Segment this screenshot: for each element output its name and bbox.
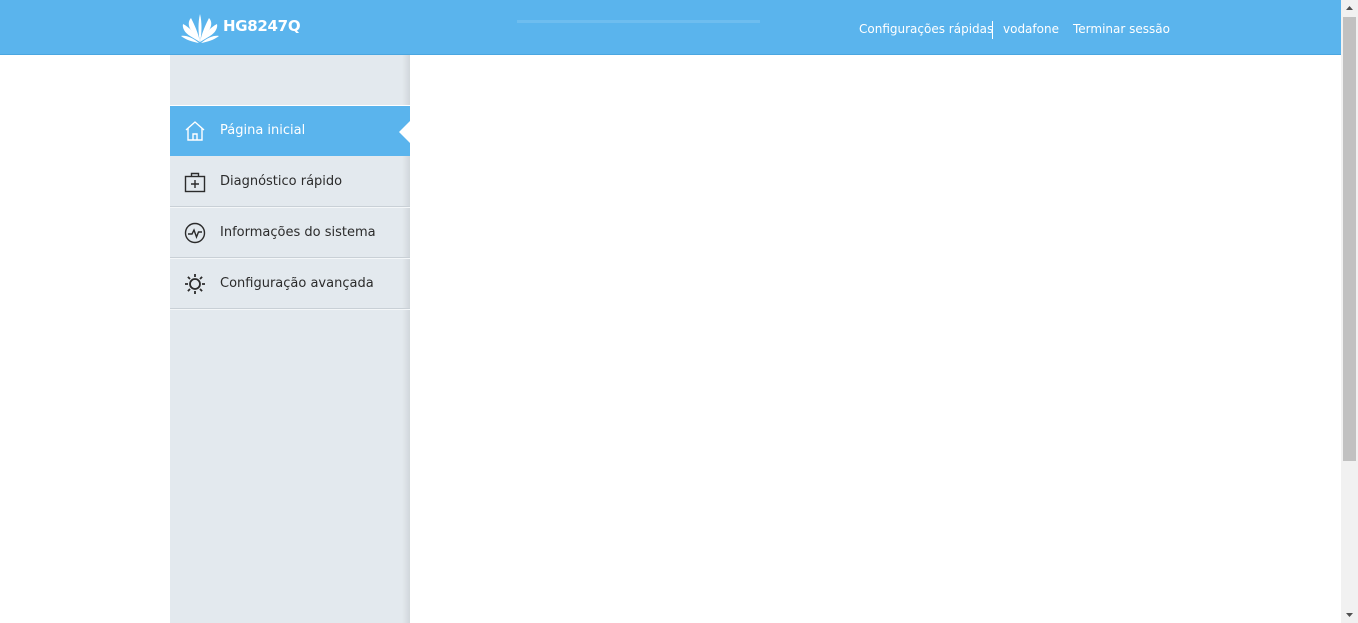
sidebar-item-system-info[interactable]: Informações do sistema	[170, 208, 410, 259]
main-content	[410, 55, 1341, 623]
heartbeat-icon	[184, 222, 206, 244]
sidebar-item-label: Configuração avançada	[220, 276, 374, 291]
scrollbar-thumb[interactable]	[1343, 17, 1356, 461]
top-bar: HG8247Q Configurações rápidas vodafone T…	[0, 0, 1341, 55]
first-aid-kit-icon	[184, 172, 206, 193]
gear-icon	[185, 274, 205, 294]
home-icon	[185, 121, 205, 141]
active-indicator	[399, 121, 410, 143]
sidebar-item-home[interactable]: Página inicial	[170, 106, 410, 156]
sidebar-item-quick-diagnosis[interactable]: Diagnóstico rápido	[170, 157, 410, 208]
device-model: HG8247Q	[223, 17, 301, 35]
sidebar-item-label: Informações do sistema	[220, 225, 376, 240]
vertical-scrollbar[interactable]	[1341, 0, 1358, 623]
scroll-down-arrow-icon[interactable]	[1341, 606, 1358, 623]
quick-config-link[interactable]: Configurações rápidas	[859, 22, 993, 36]
user-link[interactable]: vodafone	[1003, 22, 1059, 36]
logout-link[interactable]: Terminar sessão	[1073, 22, 1170, 36]
header-decoration	[517, 20, 760, 23]
header-link-separator	[992, 21, 993, 39]
sidebar-item-advanced-config[interactable]: Configuração avançada	[170, 259, 410, 310]
sidebar-item-label: Página inicial	[220, 123, 306, 138]
scroll-up-arrow-icon[interactable]	[1341, 0, 1358, 17]
huawei-logo	[181, 14, 219, 43]
sidebar-item-label: Diagnóstico rápido	[220, 174, 343, 189]
